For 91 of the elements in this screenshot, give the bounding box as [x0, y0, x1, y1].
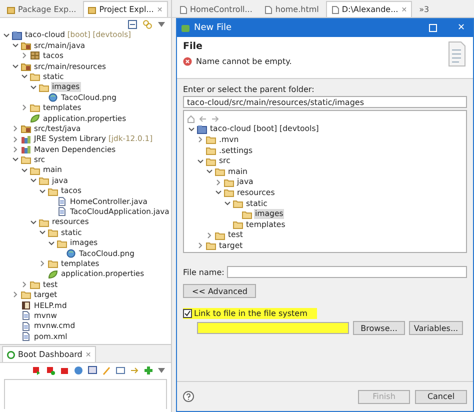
filter-field[interactable] [4, 379, 167, 409]
collapsed-chevron-icon[interactable] [198, 136, 202, 144]
collapsed-chevron-icon[interactable] [12, 291, 18, 298]
folder-icon [48, 259, 58, 268]
collapsed-chevron-icon[interactable] [40, 260, 44, 268]
help-icon[interactable] [183, 391, 194, 402]
forward-arrow-icon[interactable] [211, 114, 219, 122]
file-icon [179, 6, 187, 14]
page-heading: File [183, 41, 204, 52]
file-icon [21, 322, 31, 331]
library-icon [21, 144, 31, 154]
expanded-chevron-icon[interactable] [20, 74, 28, 80]
project-icon [197, 124, 207, 134]
document-icon [447, 41, 467, 67]
expanded-chevron-icon[interactable] [196, 158, 204, 164]
expanded-chevron-icon[interactable] [214, 190, 222, 196]
link-checkbox[interactable] [183, 309, 192, 318]
file-icon [57, 207, 67, 216]
image-file-icon [48, 93, 58, 102]
library-icon [21, 134, 31, 144]
browse-button[interactable]: Browse... [353, 321, 405, 335]
link-path-field[interactable] [197, 322, 349, 334]
folder-icon [7, 6, 15, 14]
file-icon [21, 332, 31, 342]
collapsed-chevron-icon[interactable] [216, 178, 220, 186]
leaf-icon [30, 114, 40, 123]
file-icon [330, 6, 339, 14]
stop-icon[interactable] [60, 366, 69, 374]
expanded-chevron-icon[interactable] [12, 64, 18, 69]
package-icon [30, 51, 40, 60]
project-icon [12, 30, 22, 40]
folder-field[interactable]: taco-cloud/src/main/resources/static/images [183, 96, 467, 108]
collapsed-chevron-icon[interactable] [12, 136, 18, 143]
source-folder-icon [21, 124, 31, 134]
expanded-chevron-icon[interactable] [30, 220, 36, 225]
collapsed-chevron-icon[interactable] [12, 146, 18, 153]
open-arrow-icon[interactable] [130, 366, 139, 374]
folder-label: Enter or select the parent folder: [183, 85, 316, 94]
expanded-chevron-icon[interactable] [48, 240, 54, 246]
collapsed-chevron-icon[interactable] [22, 281, 26, 288]
dialog-title: New File [194, 23, 233, 33]
add-icon[interactable] [144, 366, 153, 374]
expanded-chevron-icon[interactable] [30, 178, 36, 184]
expanded-chevron-icon[interactable] [12, 43, 18, 48]
collapsed-chevron-icon[interactable] [22, 52, 26, 60]
start-icon[interactable] [32, 366, 41, 374]
link-icon[interactable] [143, 20, 152, 28]
error-message: Name cannot be empty. [196, 57, 292, 66]
view-tab[interactable]: Package Exp... [2, 1, 82, 17]
debug-icon[interactable] [46, 366, 55, 374]
maximize-icon[interactable] [429, 24, 438, 32]
collapse-all-icon[interactable] [128, 20, 137, 28]
expanded-chevron-icon[interactable] [2, 32, 10, 38]
view-menu-icon[interactable] [158, 22, 165, 26]
expanded-chevron-icon[interactable] [38, 230, 46, 236]
collapsed-chevron-icon[interactable] [206, 232, 212, 239]
file-icon [264, 6, 272, 14]
collapsed-chevron-icon[interactable] [198, 242, 202, 250]
expanded-chevron-icon[interactable] [224, 200, 230, 206]
error-icon [183, 57, 192, 66]
file-name-label: File name: [183, 268, 224, 276]
collapsed-chevron-icon[interactable] [12, 125, 18, 132]
leaf-icon [48, 270, 58, 279]
collapsed-chevron-icon[interactable] [22, 104, 26, 112]
folder-icon [88, 6, 96, 14]
file-icon [57, 196, 67, 206]
home-icon[interactable] [187, 114, 195, 122]
expanded-chevron-icon[interactable] [206, 169, 212, 174]
expanded-chevron-icon[interactable] [38, 188, 46, 194]
folder-icon [30, 103, 40, 112]
book-icon [21, 300, 31, 310]
back-arrow-icon[interactable] [199, 114, 207, 122]
close-icon[interactable]: ✕ [457, 23, 465, 33]
file-icon [21, 311, 31, 320]
view-menu-icon[interactable] [158, 368, 165, 372]
more-tabs-button[interactable]: »3 [414, 1, 434, 17]
file-name-field[interactable] [227, 266, 467, 278]
image-file-icon [66, 248, 76, 258]
expanded-chevron-icon[interactable] [188, 126, 194, 132]
source-folder-icon [21, 62, 31, 71]
advanced-button[interactable]: << Advanced [183, 284, 256, 298]
editor-tab[interactable]: home.html [259, 1, 324, 17]
source-folder-icon [21, 41, 31, 50]
cancel-button[interactable]: Cancel [415, 390, 467, 404]
editor-tab[interactable]: HomeControll... [174, 1, 258, 17]
expanded-chevron-icon[interactable] [12, 157, 18, 162]
expanded-chevron-icon[interactable] [20, 168, 28, 173]
app-icon [181, 24, 190, 32]
variables-button[interactable]: Variables... [409, 321, 463, 335]
link-checkbox-label: Link to file in the file system [194, 309, 308, 318]
expanded-chevron-icon[interactable] [30, 84, 36, 90]
